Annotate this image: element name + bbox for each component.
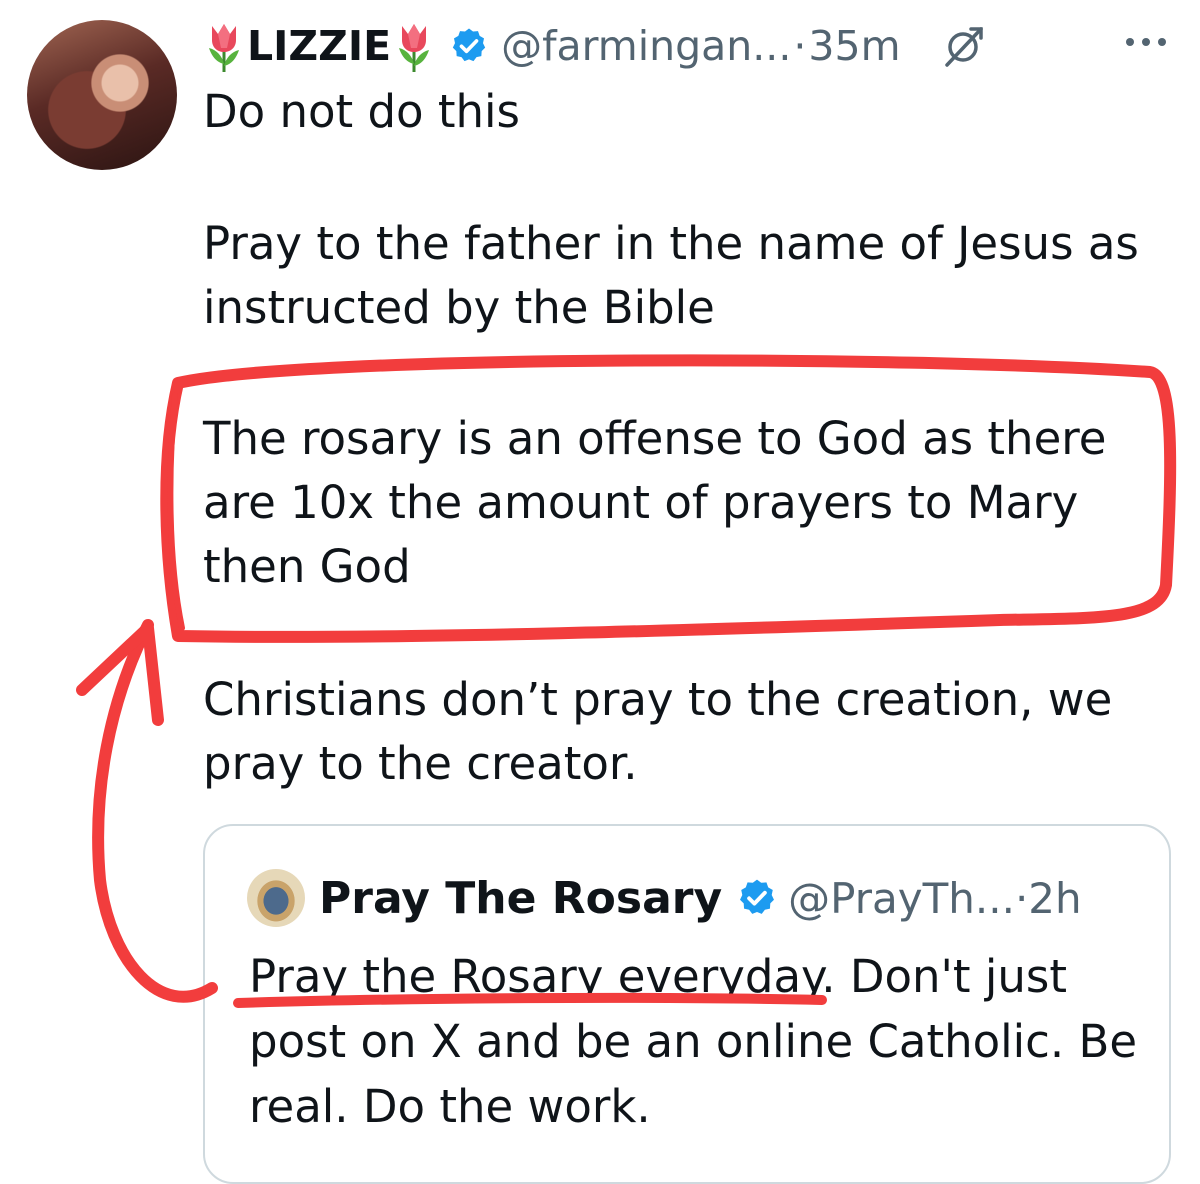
annotation-box-inner-stroke (167, 392, 185, 631)
tweet-text-line: Do not do this (203, 85, 520, 138)
separator-dot: · (1014, 873, 1029, 923)
quoted-author-handle[interactable]: @PrayTh... (788, 874, 1015, 923)
quoted-author-display-name[interactable]: Pray The Rosary (319, 873, 722, 924)
verified-badge-icon (740, 879, 775, 914)
tweet-text-highlighted-paragraph: The rosary is an offense to God as there… (203, 412, 1107, 593)
quoted-author-avatar (247, 869, 305, 927)
annotation-arrow-shaft (92, 619, 218, 1003)
author-display-name[interactable]: LIZZIE (247, 18, 391, 74)
tweet-text-paragraph: Christians don’t pray to the creation, w… (203, 673, 1113, 790)
quoted-tweet-header: Pray The Rosary @PrayTh... · 2h (247, 868, 1082, 928)
quoted-tweet-text: Pray the Rosary everyday. Don't just pos… (249, 944, 1149, 1139)
quoted-tweet-timestamp[interactable]: 2h (1028, 874, 1081, 923)
tulip-emoji-icon (399, 24, 430, 72)
verified-badge-icon (452, 28, 486, 62)
annotation-arrow-head (76, 622, 164, 726)
author-avatar[interactable] (27, 20, 177, 170)
underlined-phrase: Pray the Rosary everyday (249, 950, 822, 1003)
tweet-text-paragraph: Pray to the father in the name of Jesus … (203, 217, 1139, 334)
grok-icon[interactable] (941, 23, 987, 69)
separator-dot: · (793, 22, 807, 70)
quoted-tweet-card[interactable]: Pray The Rosary @PrayTh... · 2h Pray the… (203, 824, 1171, 1184)
tweet-timestamp[interactable]: 35m (808, 18, 900, 74)
tulip-emoji-icon (209, 24, 239, 72)
author-handle[interactable]: @farmingan... (501, 18, 791, 74)
tweet-header: LIZZIE @farmingan... · 35m (203, 18, 987, 74)
more-options-icon[interactable] (1122, 30, 1170, 54)
